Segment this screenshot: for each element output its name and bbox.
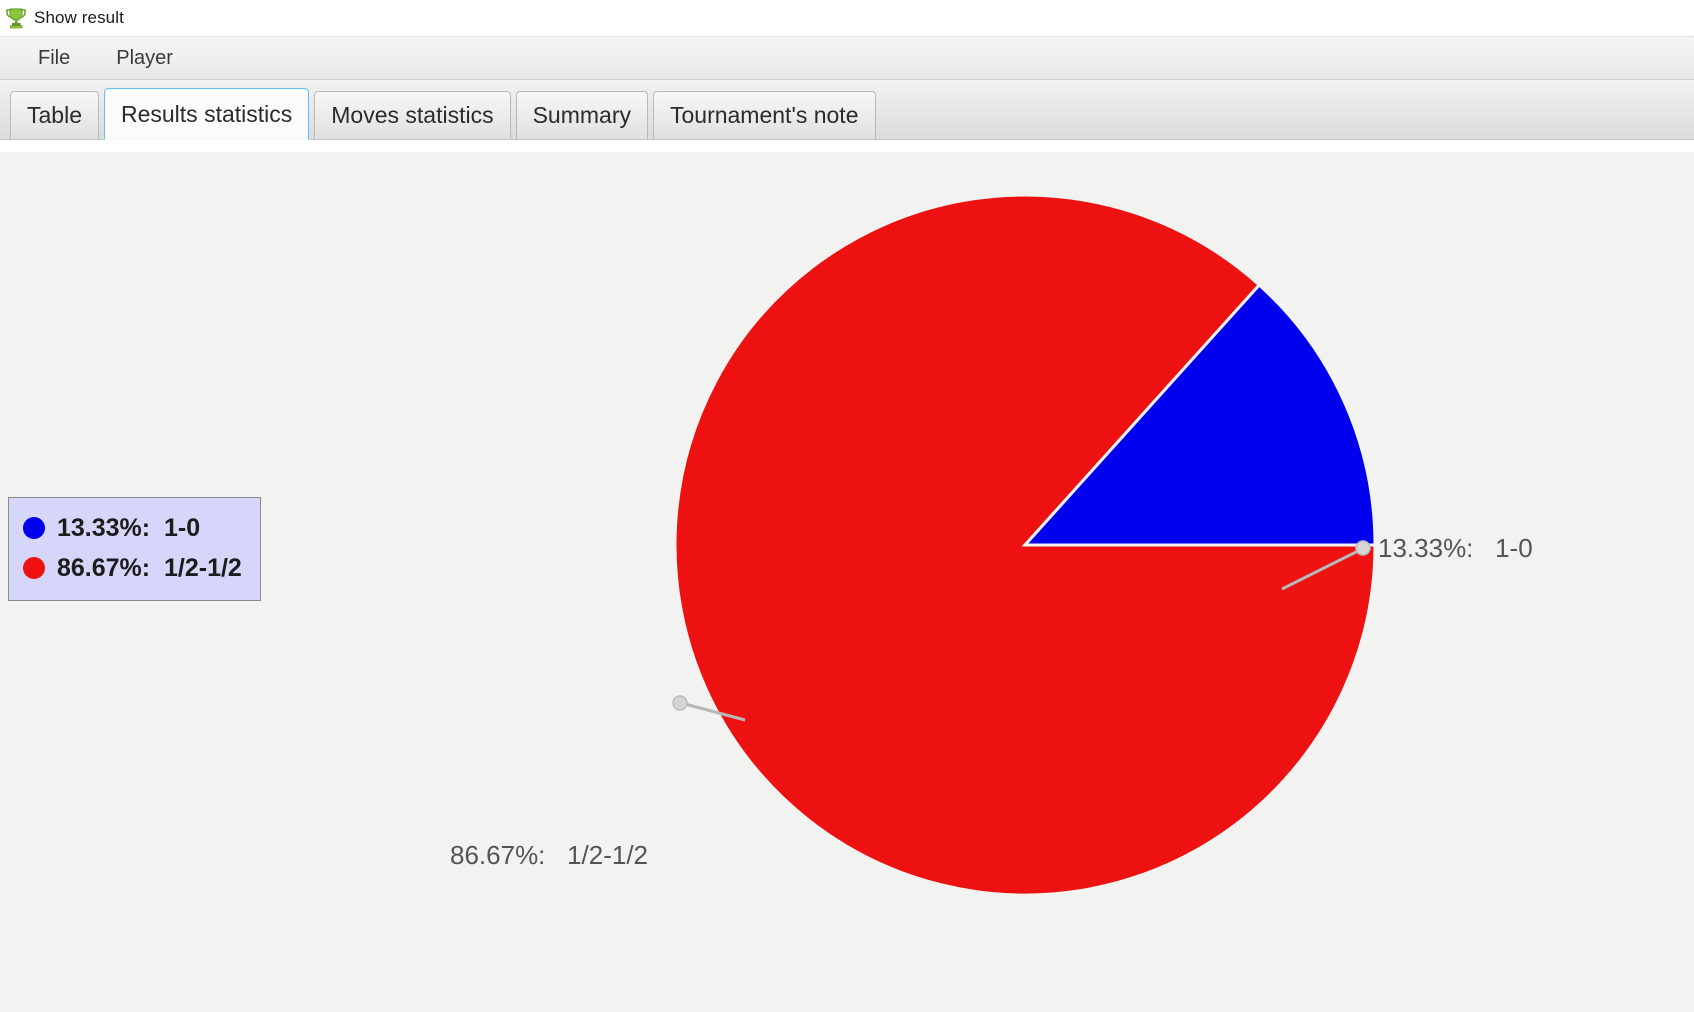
tab-summary[interactable]: Summary [515,91,648,139]
legend-item-1-2-1-2[interactable]: 86.67%: 1/2-1/2 [23,548,242,588]
legend-label-1-2-1-2: 86.67%: 1/2-1/2 [57,553,242,582]
window-title: Show result [34,8,124,27]
legend-color-swatch-blue [23,517,45,539]
menubar: File Player [0,36,1694,80]
pie-label-1-0: 13.33%: 1-0 [1378,533,1533,563]
tab-results-statistics[interactable]: Results statistics [103,88,310,140]
tab-bar: Table Results statistics Moves statistic… [0,80,1694,140]
tab-table[interactable]: Table [10,91,99,139]
legend-label-1-0: 13.33%: 1-0 [57,513,201,542]
menu-item-file[interactable]: File [22,45,86,72]
tab-moves-statistics[interactable]: Moves statistics [314,91,511,139]
chart-legend: 13.33%: 1-0 86.67%: 1/2-1/2 [8,497,261,601]
tab-tournaments-note[interactable]: Tournament's note [652,91,876,139]
pie-label-1-2-1-2: 86.67%: 1/2-1/2 [450,840,649,870]
menu-item-player[interactable]: Player [100,45,189,72]
window-titlebar: Show result [0,0,1694,36]
legend-item-1-0[interactable]: 13.33%: 1-0 [23,508,242,548]
legend-color-swatch-red [23,557,45,579]
trophy-icon [6,8,26,29]
results-statistics-panel: 13.33%: 1-0 86.67%: 1/2-1/2 13.33%: 1-0 … [0,152,1694,1012]
